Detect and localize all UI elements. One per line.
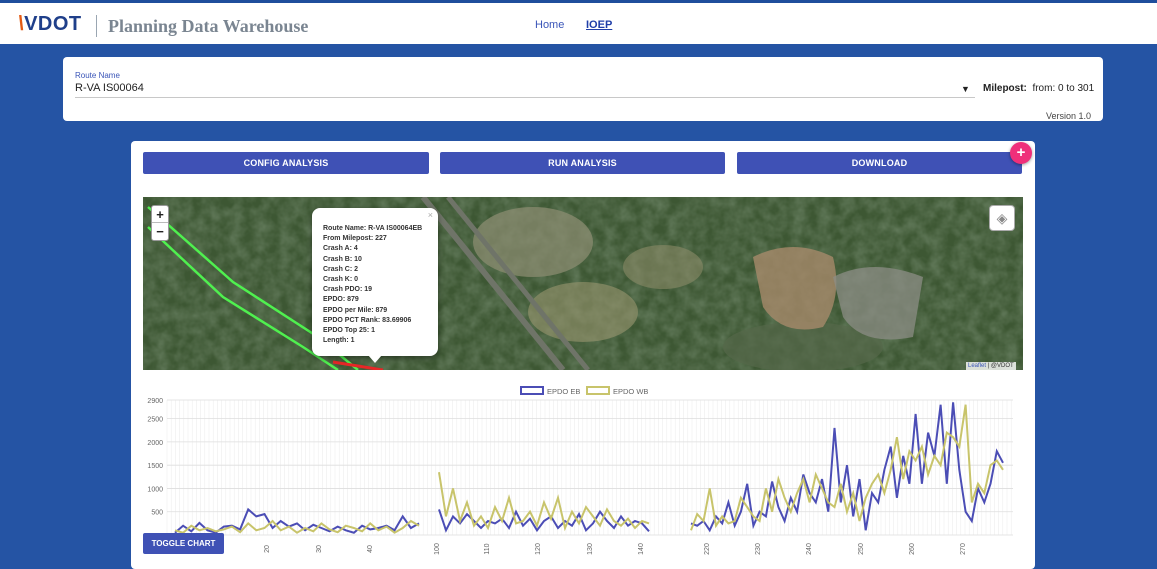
download-button[interactable]: DOWNLOAD	[737, 152, 1022, 174]
map-attribution: Leaflet | @VDOT	[966, 362, 1016, 371]
milepost-value: from: 0 to 301	[1032, 83, 1095, 94]
chart-canvas: 2900250020001500100050002030401001101201…	[147, 386, 1013, 555]
x-tick-label: 20	[264, 545, 271, 553]
nav-home-link[interactable]: Home	[535, 19, 564, 31]
y-tick-label: 1000	[147, 486, 163, 493]
legend-swatch	[520, 386, 544, 395]
x-tick-label: 130	[587, 543, 594, 555]
x-tick-label: 260	[909, 543, 916, 555]
x-tick-label: 110	[484, 543, 491, 554]
popup-tip	[368, 355, 382, 363]
popup-epdo-top-25: EPDO Top 25: 1	[323, 327, 375, 335]
y-tick-label: 500	[151, 510, 163, 517]
clearing	[473, 207, 593, 277]
x-tick-label: 100	[434, 543, 441, 555]
zoom-in-button[interactable]: +	[152, 206, 168, 223]
zoom-control: + −	[151, 205, 169, 241]
x-tick-label: 220	[704, 543, 711, 555]
chevron-down-icon[interactable]: ▼	[961, 84, 970, 94]
y-tick-label: 2500	[147, 417, 163, 424]
x-tick-label: 230	[755, 543, 762, 555]
epdo-chart[interactable]: 2900250020001500100050002030401001101201…	[143, 380, 1023, 560]
satellite-imagery	[143, 197, 1023, 370]
layers-icon[interactable]: ◈	[989, 205, 1015, 231]
segment-info-popup: × Route Name: R-VA IS00064EB From Milepo…	[312, 208, 438, 356]
run-analysis-button[interactable]: RUN ANALYSIS	[440, 152, 725, 174]
route-name-label: Route Name	[75, 71, 120, 80]
x-tick-label: 250	[858, 543, 865, 555]
popup-from-milepost: From Milepost: 227	[323, 235, 387, 243]
popup-crash-a: Crash A: 4	[323, 245, 358, 253]
route-select-underline	[75, 97, 975, 98]
nav-ioep-link[interactable]: IOEP	[586, 19, 612, 31]
close-icon[interactable]: ×	[428, 210, 433, 220]
y-tick-label: 2900	[147, 398, 163, 405]
map-view[interactable]	[143, 197, 1023, 370]
zoom-out-button[interactable]: −	[152, 223, 168, 240]
version-text: Version 1.0	[1045, 111, 1091, 121]
popup-epdo-pct-rank: EPDO PCT Rank: 83.69906	[323, 316, 412, 324]
series-line-epdo-wb[interactable]	[438, 472, 650, 532]
x-tick-label: 120	[535, 543, 542, 555]
route-name-select[interactable]: R-VA IS00064	[75, 82, 144, 94]
x-tick-label: 30	[316, 545, 323, 553]
popup-length: Length: 1	[323, 337, 355, 345]
popup-crash-k: Crash K: 0	[323, 276, 359, 284]
add-fab-button[interactable]: +	[1010, 142, 1032, 164]
legend-label: EPDO WB	[613, 387, 648, 396]
leaflet-link[interactable]: Leaflet	[968, 363, 986, 369]
popup-epdo: EPDO: 879	[323, 296, 359, 304]
logo-divider	[96, 15, 97, 37]
config-analysis-button[interactable]: CONFIG ANALYSIS	[143, 152, 429, 174]
x-tick-label: 140	[638, 543, 645, 555]
popup-epdo-per-mile: EPDO per Mile: 879	[323, 306, 388, 314]
vdot-logo[interactable]: \VDOT	[18, 13, 82, 36]
popup-crash-pdo: Crash PDO: 19	[323, 286, 373, 294]
x-tick-label: 240	[806, 543, 813, 555]
legend-swatch	[586, 386, 610, 395]
milepost-range: Milepost: from: 0 to 301	[983, 83, 1094, 94]
popup-crash-b: Crash B: 10	[323, 255, 362, 263]
popup-crash-c: Crash C: 2	[323, 265, 359, 273]
app-title: Planning Data Warehouse	[108, 16, 309, 36]
clearing	[528, 282, 638, 342]
clearing	[623, 245, 703, 289]
x-tick-label: 270	[960, 543, 967, 555]
y-tick-label: 1500	[147, 463, 163, 470]
legend-label: EPDO EB	[547, 387, 580, 396]
toggle-chart-button[interactable]: TOGGLE CHART	[143, 533, 224, 554]
milepost-label: Milepost:	[983, 83, 1027, 94]
popup-route-name: Route Name: R-VA IS00064EB	[323, 225, 423, 232]
x-tick-label: 40	[367, 545, 374, 553]
y-tick-label: 2000	[147, 440, 163, 447]
top-header: \VDOT Planning Data Warehouse Home IOEP	[0, 0, 1157, 44]
attribution-text: | @VDOT	[986, 363, 1014, 369]
route-selector-card: Route Name R-VA IS00064 ▼ Milepost: from…	[63, 57, 1103, 121]
